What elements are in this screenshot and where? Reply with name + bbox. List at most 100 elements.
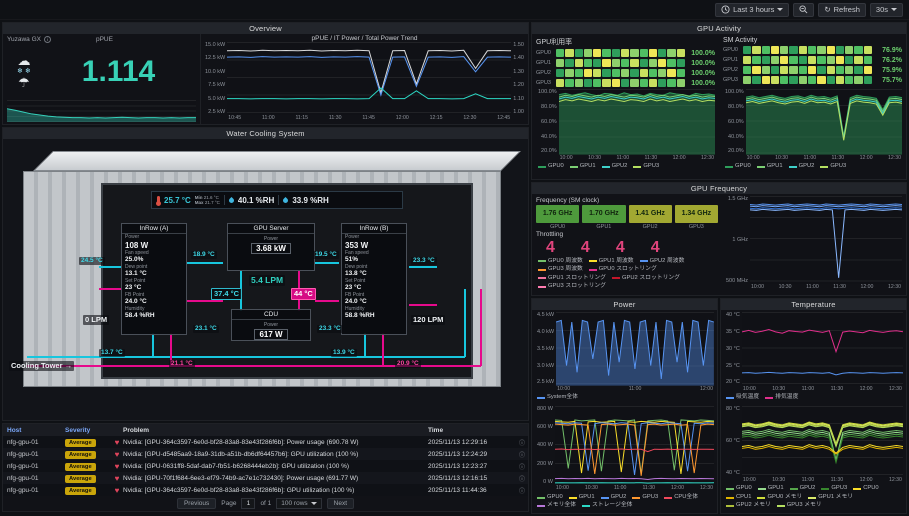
power-total-chart[interactable]: 4.5 kW4.0 kW3.5 kW3.0 kW2.5 kW10:0011:00… [535, 312, 714, 404]
legend-item[interactable]: GPU0 [726, 485, 752, 493]
legend-item[interactable]: メモリ全体 [537, 502, 576, 510]
heatmap-value: 76.2% [874, 57, 902, 64]
sm-activity-chart[interactable]: 100.0%80.0%60.0%40.0%20.0%10:0010:3011:0… [723, 89, 902, 173]
legend-item[interactable]: GPU0 周波数 [538, 258, 583, 266]
legend-item[interactable]: GPU1 [758, 485, 784, 493]
legend-item[interactable]: GPU2 [790, 485, 816, 493]
gpu-server-unit[interactable]: GPU Server Power 3.68 kW [227, 223, 315, 271]
alert-row[interactable]: nfg-gpu-01Average♥Nvidia: [GPU-d5485aa9-… [3, 448, 528, 460]
legend-item[interactable]: System全体 [537, 394, 578, 402]
ppue-stat[interactable]: Yuzawa GX i pPUE ☁ ❄ ❄ ☂ 1.114 [3, 34, 201, 124]
col-severity[interactable]: Severity [65, 427, 123, 434]
legend-item[interactable]: GPU3 [820, 163, 846, 171]
legend-item[interactable]: GPU3 スロットリング [538, 283, 606, 291]
legend-item[interactable]: ストレージ全体 [582, 502, 632, 510]
legend-item[interactable]: GPU2 周波数 [640, 258, 685, 266]
legend-item[interactable]: GPU3 メモリ [777, 502, 822, 510]
previous-page-button[interactable]: Previous [177, 498, 216, 509]
info-icon[interactable]: ⓘ [516, 486, 528, 495]
site-label: Yuzawa GX [7, 36, 41, 43]
legend-item[interactable]: GPU3 [821, 485, 847, 493]
temperature-air-chart[interactable]: 40 °C35 °C30 °C25 °C20 °C10:0010:3011:00… [724, 312, 903, 404]
legend-item[interactable]: GPU2 メモリ [726, 502, 771, 510]
alert-row[interactable]: nfg-gpu-01Average♥Nvidia: [GPU-70f1f684-… [3, 472, 528, 484]
power-components-chart[interactable]: 800 W600 W400 W200 W0 W10:0010:3011:0011… [535, 406, 714, 512]
time-range-picker[interactable]: Last 3 hours [715, 3, 789, 17]
temperature-components-chart[interactable]: 80 °C60 °C40 °C10:0010:3011:0011:3012:00… [724, 406, 903, 512]
alert-problem[interactable]: Nvidia: [GPU-364c3597-6e0d-bf28-83a8-83e… [123, 487, 428, 494]
gpu-frequency-header[interactable]: GPU Frequency [532, 183, 906, 194]
info-icon[interactable]: ⓘ [516, 450, 528, 459]
legend-item[interactable]: GPU2 [602, 163, 628, 171]
info-icon[interactable]: ⓘ [516, 462, 528, 471]
ambient-sensor-bar: 25.7 °C Min 21.6 °C Max 21.7 °C 40.1 %RH… [151, 191, 403, 209]
alert-row[interactable]: nfg-gpu-01Average♥Nvidia: [GPU-364c3597-… [3, 484, 528, 496]
legend-item[interactable]: GPU1 [569, 494, 595, 502]
legend-item[interactable]: GPU3 周波数 [538, 266, 583, 274]
legend-item[interactable]: GPU0 [725, 163, 751, 171]
alert-problem[interactable]: Nvidia: [GPU-70f1f684-6ee3-ef79-74b9-ac7… [123, 475, 428, 482]
power-trend-chart[interactable]: 15.0 kW12.5 kW10.0 kW7.5 kW5.0 kW2.5 kW1… [203, 42, 526, 123]
inrow-b-unit[interactable]: InRow (B) Power353 WFan speed51%Dew poin… [341, 223, 407, 335]
alert-problem[interactable]: Nvidia: [GPU-0631ff8-5daf-dab7-fb51-b626… [123, 463, 428, 470]
col-host[interactable]: Host [3, 427, 65, 434]
legend-item[interactable]: CPU全体 [664, 494, 698, 502]
next-page-button[interactable]: Next [327, 498, 354, 509]
legend-item[interactable]: GPU1 スロットリング [538, 275, 606, 283]
heatmap-cell [640, 49, 648, 57]
metric-row: Fan speed51% [342, 251, 406, 264]
legend-item[interactable]: GPU2 [601, 494, 627, 502]
zoom-out-button[interactable] [793, 3, 814, 17]
legend-item[interactable]: GPU0 メモリ [757, 494, 802, 502]
col-problem[interactable]: Problem [123, 427, 428, 434]
legend-item[interactable]: GPU0 [538, 163, 564, 171]
inrow-a-unit[interactable]: InRow (A) Power108 WFan speed25.0%Dew po… [121, 223, 187, 335]
alert-problem[interactable]: Nvidia: [GPU-364c3597-6e0d-bf28-83a8-83e… [123, 439, 428, 446]
gpu-activity-header[interactable]: GPU Activity [532, 23, 906, 34]
temperature-header[interactable]: Temperature [721, 299, 906, 310]
heatmap-cell [612, 49, 620, 57]
legend-item[interactable]: GPU3 [632, 494, 658, 502]
alert-severity: Average [65, 439, 111, 446]
info-icon[interactable]: ⓘ [516, 474, 528, 483]
rows-per-page-select[interactable]: 100 rows [276, 498, 321, 509]
legend-item[interactable]: GPU2 [789, 163, 815, 171]
page-number-input[interactable]: 1 [241, 498, 255, 509]
legend-item[interactable]: GPU1 メモリ [808, 494, 853, 502]
legend-item[interactable]: 排気温度 [765, 394, 798, 402]
legend-swatch [569, 497, 577, 499]
legend-item[interactable]: GPU1 周波数 [589, 258, 634, 266]
alert-problem[interactable]: Nvidia: [GPU-d5485aa9-18a9-31db-a51b-db6… [123, 451, 428, 458]
info-icon[interactable]: ⓘ [516, 438, 528, 447]
alert-row[interactable]: nfg-gpu-01Average♥Nvidia: [GPU-0631ff8-5… [3, 460, 528, 472]
legend-item[interactable]: GPU0 [537, 494, 563, 502]
legend-item[interactable]: GPU1 [757, 163, 783, 171]
chevron-down-icon [891, 8, 897, 11]
page-of-label: of 1 [260, 500, 271, 507]
sm-activity-heatmap[interactable]: SM Activity GPU076.9%GPU176.2%GPU275.9%G… [723, 36, 902, 89]
gpu-util-heatmap[interactable]: GPU利用率 GPU0100.0%GPU1100.0%GPU2100.0%GPU… [536, 36, 715, 89]
gpu-util-chart[interactable]: 100.0%80.0%60.0%40.0%20.0%10:0010:3011:0… [536, 89, 715, 173]
legend-item[interactable]: GPU2 スロットリング [612, 275, 680, 283]
legend-item[interactable]: 吸気温度 [726, 394, 759, 402]
water-cooling-header[interactable]: Water Cooling System [3, 128, 528, 139]
legend-item[interactable]: CPU0 [853, 485, 878, 493]
legend-item[interactable]: GPU0 スロットリング [589, 266, 657, 274]
cdu-unit[interactable]: CDU Power 617 W [231, 309, 311, 341]
gpu-frequency-chart[interactable]: 1.5 GHz1 GHz500 MHz10:0010:3011:0011:301… [724, 196, 902, 292]
alert-row[interactable]: nfg-gpu-01Average♥Nvidia: [GPU-364c3597-… [3, 436, 528, 448]
power-header[interactable]: Power [532, 299, 717, 310]
gpu-server-power: 3.68 kW [251, 243, 291, 254]
heatmap-cell [845, 46, 853, 54]
legend-item[interactable]: CPU1 [726, 494, 751, 502]
refresh-button[interactable]: ↻ Refresh [818, 3, 866, 17]
heatmap-cell [649, 49, 657, 57]
legend-item[interactable]: GPU1 [570, 163, 596, 171]
refresh-interval-dropdown[interactable]: 30s [870, 3, 903, 17]
col-time[interactable]: Time [428, 427, 516, 434]
legend-item[interactable]: GPU3 [633, 163, 659, 171]
humidity-2: 33.9 %RH [292, 196, 328, 205]
metric-row: Humidity58.4 %RH [122, 307, 186, 320]
info-icon[interactable]: i [44, 36, 51, 43]
overview-panel-header[interactable]: Overview [3, 23, 528, 34]
